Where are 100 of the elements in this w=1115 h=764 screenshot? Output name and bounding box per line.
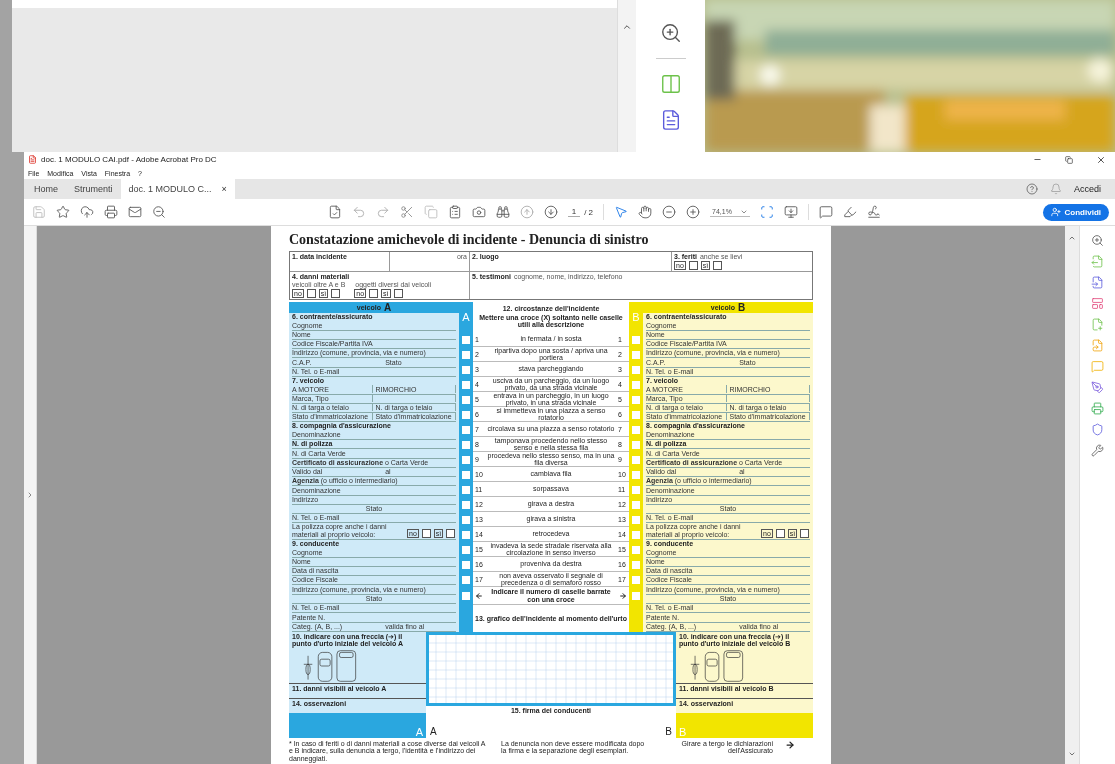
camera-icon[interactable]	[471, 205, 486, 219]
tab-label: doc. 1 MODULO C...	[128, 184, 212, 194]
tab[interactable]: doc. 1 MODULO C... ×	[120, 179, 235, 199]
zoom-icon[interactable]	[659, 22, 682, 44]
checkbox[interactable]	[632, 575, 640, 584]
tools-icon[interactable]	[1091, 444, 1104, 457]
zoom-in-icon[interactable]	[686, 205, 701, 219]
bell-icon[interactable]	[1050, 183, 1062, 195]
sign-in-link[interactable]: Accedi	[1074, 184, 1101, 194]
scroll-up-icon[interactable]	[1068, 234, 1076, 242]
signature-icon[interactable]	[866, 205, 881, 219]
checkbox[interactable]	[462, 455, 470, 464]
arrow-left-icon	[475, 591, 483, 600]
checkbox[interactable]	[688, 261, 698, 270]
checkbox[interactable]	[462, 575, 470, 584]
comment-icon[interactable]	[818, 205, 833, 219]
shield-icon[interactable]	[1091, 423, 1104, 436]
undo-icon[interactable]	[351, 205, 366, 219]
close-icon[interactable]	[1096, 154, 1106, 165]
checkbox[interactable]	[369, 289, 379, 298]
scroll-down-icon[interactable]	[1068, 750, 1076, 758]
mail-icon[interactable]	[128, 205, 142, 219]
checkbox[interactable]	[462, 395, 470, 404]
checkbox[interactable]	[632, 395, 640, 404]
checkbox[interactable]	[632, 470, 640, 479]
checkbox[interactable]	[632, 365, 640, 374]
expand-panel-icon[interactable]	[26, 491, 34, 499]
copy-icon[interactable]	[423, 205, 438, 219]
pointer-icon[interactable]	[614, 205, 629, 219]
highlighter-icon[interactable]	[842, 205, 857, 219]
checkbox[interactable]	[462, 485, 470, 494]
pen-icon[interactable]	[1091, 381, 1104, 394]
scissors-icon[interactable]	[399, 205, 414, 219]
file-check-icon[interactable]	[327, 205, 342, 219]
checkbox[interactable]	[462, 350, 470, 359]
checkbox[interactable]	[331, 289, 341, 298]
checkbox[interactable]	[632, 530, 640, 539]
checkbox[interactable]	[632, 440, 640, 449]
zoom-icon[interactable]	[1091, 234, 1104, 247]
checkbox[interactable]	[632, 335, 640, 344]
redo-icon[interactable]	[375, 205, 390, 219]
star-icon[interactable]	[56, 205, 70, 219]
checkbox[interactable]	[632, 560, 640, 569]
checkbox[interactable]	[462, 545, 470, 554]
file-icon[interactable]	[1091, 339, 1104, 352]
vehicle-letter: B	[737, 302, 746, 313]
search-icon[interactable]	[152, 205, 166, 219]
checkbox[interactable]	[632, 515, 640, 524]
tab[interactable]: Strumenti	[66, 179, 121, 199]
checkbox[interactable]	[632, 545, 640, 554]
page-number-field[interactable]: 1	[567, 207, 581, 217]
export-pdf-icon[interactable]	[1091, 255, 1104, 268]
checkbox[interactable]	[446, 529, 456, 539]
checkbox[interactable]	[462, 380, 470, 389]
checkbox[interactable]	[462, 410, 470, 419]
restore-icon[interactable]	[1065, 155, 1073, 164]
print-icon[interactable]	[104, 205, 118, 219]
tab-label: Home	[34, 184, 58, 194]
checkbox[interactable]	[462, 470, 470, 479]
checkbox[interactable]	[632, 500, 640, 509]
binoculars-icon[interactable]	[495, 205, 510, 219]
hand-icon[interactable]	[638, 205, 653, 219]
checkbox[interactable]	[393, 289, 403, 298]
checkbox[interactable]	[462, 335, 470, 344]
comment-icon[interactable]	[1091, 360, 1104, 373]
page-split-icon[interactable]	[659, 73, 682, 95]
share-button[interactable]: Condividi	[1042, 203, 1109, 221]
clipboard-icon[interactable]	[447, 205, 462, 219]
checkbox[interactable]	[632, 425, 640, 434]
checkbox[interactable]	[632, 350, 640, 359]
next-page-icon[interactable]	[543, 205, 558, 219]
checkbox[interactable]	[462, 425, 470, 434]
checkbox[interactable]	[462, 530, 470, 539]
save-icon[interactable]	[32, 205, 46, 219]
page-total: / 2	[584, 207, 594, 217]
checkbox[interactable]	[462, 515, 470, 524]
checkbox[interactable]	[462, 560, 470, 569]
checkbox[interactable]	[800, 529, 810, 539]
checkbox[interactable]	[462, 500, 470, 509]
scroll-up-icon[interactable]	[622, 22, 632, 32]
signature-letter: A	[430, 727, 437, 737]
checkbox[interactable]	[632, 455, 640, 464]
checkbox[interactable]	[632, 410, 640, 419]
create-pdf-icon[interactable]	[1091, 276, 1104, 289]
help-icon[interactable]	[1026, 183, 1038, 195]
previous-page-icon[interactable]	[519, 205, 534, 219]
checkbox[interactable]	[775, 529, 785, 539]
checkbox[interactable]	[462, 365, 470, 374]
checkbox[interactable]	[713, 261, 723, 270]
checkbox[interactable]	[421, 529, 431, 539]
tab[interactable]: Home	[26, 179, 66, 199]
tab-close-button[interactable]: ×	[221, 184, 227, 194]
edit-pdf-icon[interactable]	[1091, 318, 1104, 331]
upload-icon[interactable]	[80, 205, 94, 219]
checkbox[interactable]	[462, 440, 470, 449]
checkbox[interactable]	[632, 485, 640, 494]
checkbox[interactable]	[306, 289, 316, 298]
checkbox[interactable]	[632, 380, 640, 389]
print-icon[interactable]	[1091, 402, 1104, 415]
zoom-out-icon[interactable]	[662, 205, 677, 219]
